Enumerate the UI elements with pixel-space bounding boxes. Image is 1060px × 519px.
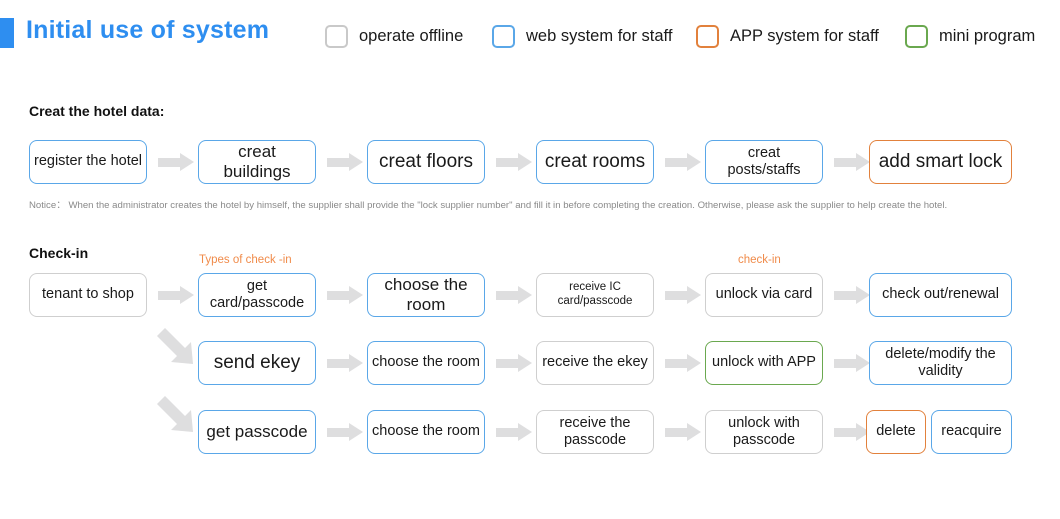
- node-choose-the-room-row4[interactable]: choose the room: [367, 410, 485, 454]
- legend-item-web-system: web system for staff: [492, 25, 672, 48]
- arrow-right-icon: [834, 423, 870, 441]
- node-unlock-with-app[interactable]: unlock with APP: [705, 341, 823, 385]
- arrow-right-icon: [327, 153, 363, 171]
- node-send-ekey[interactable]: send ekey: [198, 341, 316, 385]
- node-check-out-renewal[interactable]: check out/renewal: [869, 273, 1012, 317]
- arrow-right-icon: [496, 286, 532, 304]
- arrow-right-icon: [158, 153, 194, 171]
- arrow-right-icon: [834, 286, 870, 304]
- section-heading-checkin: Check-in: [29, 245, 89, 261]
- arrow-right-icon: [834, 153, 870, 171]
- page-header: Initial use of system operate offline we…: [0, 0, 1060, 62]
- arrow-right-icon: [665, 423, 701, 441]
- notice-text: Notice： When the administrator creates t…: [29, 200, 948, 211]
- page-title: Initial use of system: [26, 16, 270, 44]
- node-reacquire[interactable]: reacquire: [931, 410, 1012, 454]
- section-heading-create-hotel: Creat the hotel data:: [29, 103, 165, 119]
- square-outline-icon: [905, 25, 928, 48]
- node-creat-posts-staffs[interactable]: creat posts/staffs: [705, 140, 823, 184]
- arrow-right-icon: [327, 423, 363, 441]
- arrow-right-icon: [158, 286, 194, 304]
- branch-label-types-of-checkin: Types of check -in: [199, 254, 292, 266]
- node-choose-the-room-row2[interactable]: choose the room: [367, 273, 485, 317]
- arrow-diagonal-icon: [157, 396, 197, 436]
- node-creat-floors[interactable]: creat floors: [367, 140, 485, 184]
- node-get-card-passcode[interactable]: get card/passcode: [198, 273, 316, 317]
- legend-label: mini program: [939, 27, 1036, 45]
- square-outline-icon: [325, 25, 348, 48]
- legend-label: operate offline: [359, 27, 464, 45]
- node-tenant-to-shop[interactable]: tenant to shop: [29, 273, 147, 317]
- arrow-right-icon: [834, 354, 870, 372]
- node-unlock-via-card[interactable]: unlock via card: [705, 273, 823, 317]
- node-delete-modify-validity[interactable]: delete/modify the validity: [869, 341, 1012, 385]
- node-receive-ic-card-passcode[interactable]: receive IC card/passcode: [536, 273, 654, 317]
- node-creat-rooms[interactable]: creat rooms: [536, 140, 654, 184]
- legend-item-mini-program: mini program: [905, 25, 1035, 48]
- arrow-diagonal-icon: [157, 328, 197, 368]
- arrow-right-icon: [327, 354, 363, 372]
- arrow-right-icon: [496, 354, 532, 372]
- arrow-right-icon: [665, 354, 701, 372]
- branch-label-checkin: check-in: [738, 254, 781, 266]
- node-choose-the-room-row3[interactable]: choose the room: [367, 341, 485, 385]
- node-register-the-hotel[interactable]: register the hotel: [29, 140, 147, 184]
- node-get-passcode[interactable]: get passcode: [198, 410, 316, 454]
- node-creat-buildings[interactable]: creat buildings: [198, 140, 316, 184]
- legend-item-app-system: APP system for staff: [696, 25, 879, 48]
- title-accent-bar: [0, 18, 14, 48]
- legend-label: APP system for staff: [730, 27, 879, 45]
- node-unlock-with-passcode[interactable]: unlock with passcode: [705, 410, 823, 454]
- square-outline-icon: [696, 25, 719, 48]
- node-receive-the-ekey[interactable]: receive the ekey: [536, 341, 654, 385]
- node-add-smart-lock[interactable]: add smart lock: [869, 140, 1012, 184]
- arrow-right-icon: [665, 153, 701, 171]
- legend-item-operate-offline: operate offline: [325, 25, 463, 48]
- arrow-right-icon: [496, 423, 532, 441]
- node-receive-the-passcode[interactable]: receive the passcode: [536, 410, 654, 454]
- square-outline-icon: [492, 25, 515, 48]
- node-delete[interactable]: delete: [866, 410, 926, 454]
- legend-label: web system for staff: [526, 27, 673, 45]
- arrow-right-icon: [496, 153, 532, 171]
- arrow-right-icon: [665, 286, 701, 304]
- arrow-right-icon: [327, 286, 363, 304]
